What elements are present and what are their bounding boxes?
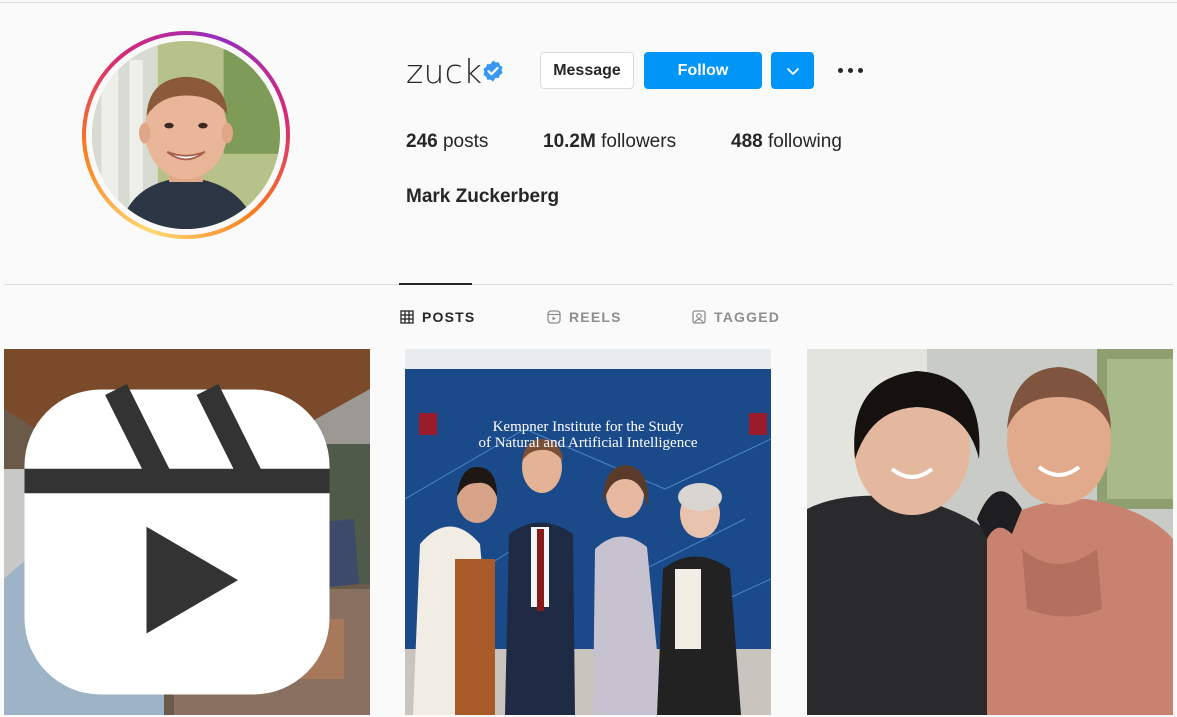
followers-label: followers [601,131,677,152]
post-image [405,349,771,715]
posts-count-stat: 246 posts [406,131,488,153]
tab-reels[interactable]: REELS [547,307,622,327]
tab-posts[interactable]: POSTS [400,307,475,327]
top-divider [0,2,1177,3]
more-options-icon[interactable] [834,58,866,82]
message-button[interactable]: Message [540,52,634,89]
profile-username: zuck [406,52,483,91]
profile-avatar-story-ring[interactable] [82,31,290,239]
tagged-icon [692,310,706,324]
post-thumbnail[interactable] [4,349,370,715]
following-label: following [767,131,842,152]
tab-posts-label: POSTS [422,309,476,325]
post-thumbnail[interactable]: Kempner Institute for the Study of Natur… [405,349,771,715]
post-banner-line: of Natural and Artificial Intelligence [478,435,698,451]
follow-button[interactable]: Follow [644,52,762,89]
verified-badge-icon [483,60,503,82]
profile-avatar[interactable] [92,41,280,229]
post-image [807,349,1173,715]
active-tab-indicator [399,283,472,285]
tab-tagged[interactable]: TAGGED [692,307,780,327]
following-count: 488 [731,131,763,152]
following-link[interactable]: 488 following [731,131,842,153]
tabs-divider [4,284,1173,285]
chevron-down-icon [786,67,799,75]
grid-icon [400,310,414,324]
posts-count: 246 [406,131,438,152]
profile-full-name: Mark Zuckerberg [406,186,560,207]
suggested-accounts-dropdown-button[interactable] [771,52,814,89]
posts-label: posts [442,131,489,152]
followers-count: 10.2M [543,131,596,152]
reels-icon [547,310,561,324]
tab-tagged-label: TAGGED [714,309,781,325]
tab-reels-label: REELS [569,309,622,325]
post-banner-line: Kempner Institute for the Study [492,419,684,435]
post-thumbnail[interactable] [807,349,1173,715]
followers-link[interactable]: 10.2M followers [543,131,676,153]
reels-icon [24,384,330,695]
